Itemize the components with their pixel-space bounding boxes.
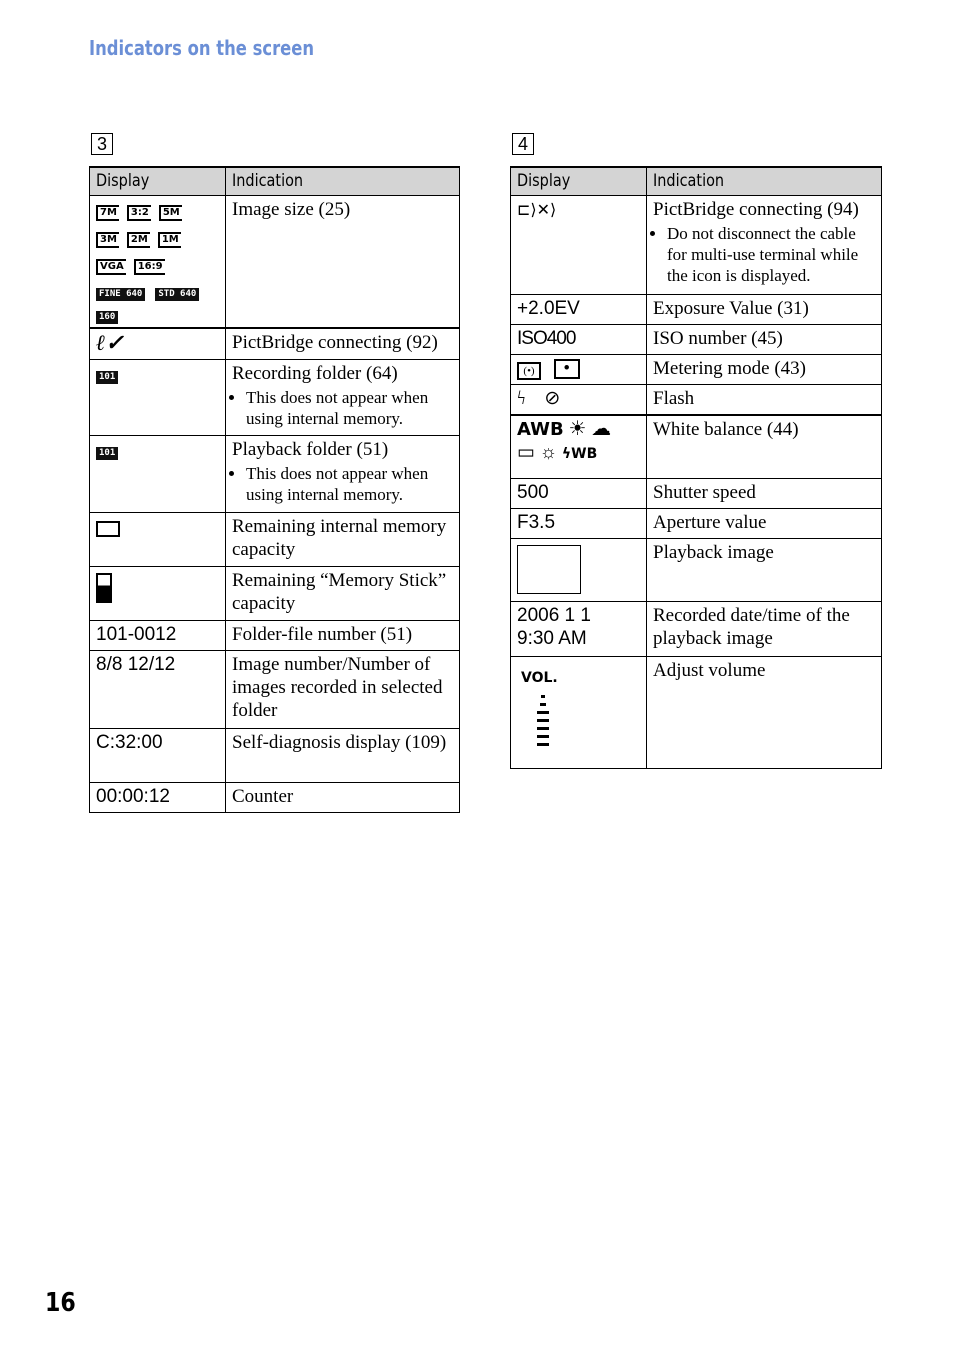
table-row: 101-0012 Folder-file number (51) [89, 619, 460, 651]
time: 9:30 AM [517, 628, 587, 649]
table-row: F3.5 Aperture value [510, 508, 882, 539]
header-display: Display [510, 166, 647, 196]
section-number-4: 4 [512, 133, 534, 155]
indication: Shutter speed [646, 478, 882, 509]
indication: Recording folder (64) [232, 362, 398, 384]
indicator-table-4: Display Indication ⊏⟩✕⟩ PictBridge connect… [510, 166, 882, 769]
display: 101-0012 [89, 619, 226, 651]
table-row: Remaining “Memory Stick” capacity [89, 565, 460, 621]
metering-spot-icon: • [553, 359, 580, 379]
display: 500 [510, 478, 647, 509]
pictbridge-disconnect-icon: ⊏⟩✕⟩ [517, 202, 557, 219]
daylight-icon: ☀ [568, 417, 587, 440]
indication: PictBridge connecting (92) [225, 327, 460, 360]
note: Do not disconnect the cable for multi-us… [667, 223, 875, 286]
image-size-5m-icon: 5M [158, 205, 182, 221]
metering-multi-icon: (•) [517, 362, 541, 380]
volume-icon [517, 695, 640, 746]
indication: Playback folder (51) [232, 438, 389, 460]
indication: Playback image [646, 538, 882, 602]
table-row: AWB ☀ ☁ ▭ ☼ ϟWB White balance (44) [510, 414, 882, 479]
incandescent-icon: ☼ [539, 441, 558, 463]
volume-label: VOL. [521, 670, 558, 686]
recording-folder-icon: 101 [96, 370, 119, 384]
flash-off-icon: ⊘ [544, 388, 561, 409]
header-indication: Indication [646, 166, 882, 196]
playback-folder-icon: 101 [96, 446, 119, 460]
table-row: 500 Shutter speed [510, 478, 882, 509]
display: F3.5 [510, 508, 647, 539]
note: This does not appear when using internal… [246, 463, 453, 505]
std-640-icon: STD 640 [155, 288, 200, 301]
indication: Metering mode (43) [646, 354, 882, 385]
header-indication: Indication [225, 166, 460, 196]
internal-memory-icon [96, 520, 120, 537]
table-row: 7M 3:2 5M 3M 2M 1M VGA 16:9 FINE 640 STD 640 16… [89, 195, 460, 329]
table-row: ϟ ⊘ Flash [510, 384, 882, 415]
display: 8/8 12/12 [89, 649, 226, 729]
table-row: +2.0EV Exposure Value (31) [510, 294, 882, 325]
image-size-1m-icon: 1M [157, 232, 181, 248]
page-title: Indicators on the screen [89, 36, 315, 60]
indication: Counter [225, 781, 460, 813]
memory-stick-icon [96, 572, 112, 603]
table-row: 2006 1 1 9:30 AM Recorded date/time of the… [510, 601, 882, 657]
indication: Self-diagnosis display (109) [225, 727, 460, 783]
table-row: 101 Recording folder (64) This does not ap… [89, 358, 460, 436]
flash-wb-icon: ϟWB [561, 445, 598, 462]
playback-image [517, 545, 581, 594]
display: 00:00:12 [89, 781, 226, 813]
image-size-vga-icon: VGA [96, 259, 126, 275]
table-row: VOL. Adjust volume [510, 656, 882, 769]
table-row: 00:00:12 Counter [89, 781, 460, 813]
section-number-3: 3 [91, 133, 113, 155]
note: This does not appear when using internal… [246, 387, 453, 429]
display: +2.0EV [510, 294, 647, 325]
indication: Exposure Value (31) [646, 294, 882, 325]
table-row: Remaining internal memory capacity [89, 511, 460, 567]
indicator-table-3: Display Indication 7M 3:2 5M 3M 2M 1M VGA 16:9… [89, 166, 460, 813]
indication: Recorded date/time of the playback image [646, 601, 882, 657]
fine-640-icon: FINE 640 [96, 288, 146, 301]
display: C:32:00 [89, 727, 226, 783]
size-160-icon: 160 [96, 311, 119, 324]
image-size-3-2-icon: 3:2 [126, 205, 151, 221]
page-number: 16 [45, 1288, 76, 1318]
image-size-3m-icon: 3M [96, 232, 119, 248]
flash-icon: ϟ [517, 388, 526, 409]
table-row: 101 Playback folder (51) This does not app… [89, 434, 460, 513]
image-size-icons: 7M 3:2 5M 3M 2M 1M VGA 16:9 FINE 640 STD 640 16… [89, 195, 226, 329]
awb-icon: AWB [517, 418, 564, 440]
indication: PictBridge connecting (94) [653, 199, 859, 220]
indication: Image size (25) [225, 195, 460, 329]
header-display: Display [89, 166, 226, 196]
table-row: 8/8 12/12 Image number/Number of images r… [89, 649, 460, 729]
indication: Remaining “Memory Stick” capacity [225, 565, 460, 621]
indication: ISO number (45) [646, 324, 882, 355]
cloudy-icon: ☁ [591, 417, 612, 440]
table-row: ℓ✓ PictBridge connecting (92) [89, 327, 460, 360]
table-row: ISO400 ISO number (45) [510, 324, 882, 355]
table-row: Playback image [510, 538, 882, 602]
indication: Flash [646, 384, 882, 415]
indication: Folder-file number (51) [225, 619, 460, 651]
indication: Aperture value [646, 508, 882, 539]
indication: Adjust volume [646, 656, 882, 769]
image-size-7m-icon: 7M [96, 205, 119, 221]
date: 2006 1 1 [517, 605, 591, 626]
table-row: ⊏⟩✕⟩ PictBridge connecting (94) Do not dis… [510, 195, 882, 295]
pictbridge-icon: ℓ✓ [89, 327, 226, 360]
indication: Image number/Number of images recorded i… [225, 649, 460, 729]
iso-icon: ISO400 [510, 324, 647, 355]
table-row: C:32:00 Self-diagnosis display (109) [89, 727, 460, 783]
indication: Remaining internal memory capacity [225, 511, 460, 567]
fluorescent-icon: ▭ [517, 441, 535, 463]
image-size-16-9-icon: 16:9 [133, 259, 165, 275]
image-size-2m-icon: 2M [126, 232, 150, 248]
table-row: (•) • Metering mode (43) [510, 354, 882, 385]
indication: White balance (44) [646, 414, 882, 479]
